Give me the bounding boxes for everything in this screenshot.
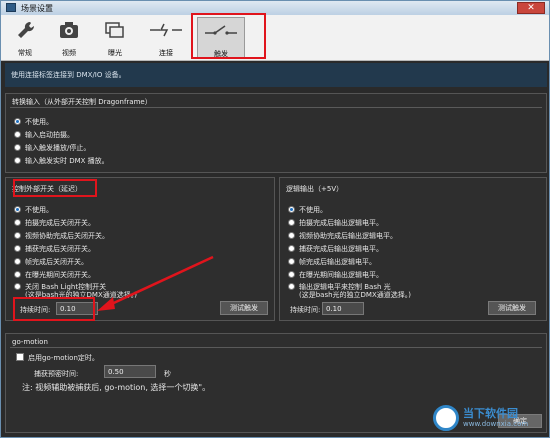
radio-label: 输入触发播放/停止。 <box>25 144 91 152</box>
radio-dot <box>288 245 295 252</box>
radio-dot <box>14 219 21 226</box>
tab-video-label: 视频 <box>62 49 76 57</box>
radio-label: 视频协助完成后输出逻辑电平。 <box>299 232 397 240</box>
radio-label: 不使用。 <box>25 118 53 126</box>
radio-dot <box>14 118 21 125</box>
radio-dot <box>14 271 21 278</box>
radio-dot <box>288 271 295 278</box>
tab-connection-label: 连接 <box>159 49 173 57</box>
watermark-title: 当下软件园 <box>463 407 518 420</box>
radio-label: 在曝光期间输出逻辑电平。 <box>299 271 383 279</box>
highlight-box-trigger <box>191 13 266 59</box>
logic-output-section: 逻辑输出（+5V） 不使用。 拍摄完成后输出逻辑电平。 视频协助完成后输出逻辑电… <box>279 177 547 321</box>
capture-time-unit: 秒 <box>164 370 171 378</box>
go-motion-heading: go-motion <box>12 338 48 346</box>
tab-connection[interactable]: 连接 <box>141 17 191 59</box>
radio-dot <box>14 232 21 239</box>
duration-label: 持续时间: <box>290 306 321 314</box>
test-trigger-button[interactable]: 测试触发 <box>488 301 536 315</box>
duration-field[interactable]: 0.10 <box>322 302 364 315</box>
radio-dot <box>288 258 295 265</box>
radio-label: 帧完成后输出逻辑电平。 <box>299 258 376 266</box>
tab-exposure-label: 曝光 <box>108 49 122 57</box>
divider <box>10 107 542 108</box>
watermark: 当下软件园 www.downxia.com <box>433 403 543 433</box>
go-motion-checkbox[interactable] <box>16 353 24 361</box>
bash-note: (这是bash光的独立DMX通道选择。) <box>299 291 412 299</box>
app-icon <box>6 3 16 12</box>
connection-icon <box>150 23 182 37</box>
radio-label: 输入触发实时 DMX 播放。 <box>25 157 109 165</box>
radio-dot <box>288 232 295 239</box>
radio-dot <box>14 206 21 213</box>
tab-general-label: 常规 <box>18 49 32 57</box>
radio-label: 不使用。 <box>25 206 53 214</box>
annotation-arrow <box>97 255 214 311</box>
radio-dot <box>288 283 295 290</box>
watermark-logo <box>433 405 459 431</box>
toolbar: 常规 视频 曝光 连接 触发 <box>1 15 549 61</box>
settings-window: 场景设置 ✕ 常规 视频 曝光 连接 触发 使用连接标签连接到 DMX/IO 设… <box>0 0 550 438</box>
radio-label: 不使用。 <box>299 206 327 214</box>
wrench-icon <box>18 21 35 38</box>
radio-label: 视频协助完成后关闭开关。 <box>25 232 109 240</box>
radio-dot <box>14 258 21 265</box>
radio-label: 帧完成后关闭开关。 <box>25 258 88 266</box>
test-trigger-button[interactable]: 测试触发 <box>220 301 268 315</box>
window-title: 场景设置 <box>21 4 53 13</box>
info-banner: 使用连接标签连接到 DMX/IO 设备。 <box>5 63 547 87</box>
radio-dot <box>14 144 21 151</box>
radio-dot <box>288 206 295 213</box>
tab-general[interactable]: 常规 <box>5 17 45 59</box>
radio-dot <box>14 283 21 290</box>
camera-icon <box>60 22 78 38</box>
go-motion-note: 注: 视频辅助被捕获后, go-motion, 选择一个切换"。 <box>22 383 211 392</box>
radio-dot <box>14 157 21 164</box>
close-button[interactable]: ✕ <box>517 2 545 14</box>
radio-label: 输入启动拍摄。 <box>25 131 74 139</box>
exposure-icon <box>105 22 124 38</box>
divider <box>10 347 542 348</box>
radio-dot <box>288 219 295 226</box>
convert-heading: 转换输入（从外部开关控制 Dragonframe） <box>12 98 152 106</box>
radio-label: 捕获完成后输出逻辑电平。 <box>299 245 383 253</box>
convert-input-section: 转换输入（从外部开关控制 Dragonframe） 不使用。 输入启动拍摄。 输… <box>5 93 547 173</box>
highlight-box-external <box>13 179 97 197</box>
title-bar: 场景设置 ✕ <box>1 1 549 15</box>
radio-label: 在曝光期间关闭开关。 <box>25 271 95 279</box>
tab-exposure[interactable]: 曝光 <box>93 17 137 59</box>
go-motion-enable-label: 启用go-motion定时。 <box>28 354 99 362</box>
logic-heading: 逻辑输出（+5V） <box>286 185 344 193</box>
radio-label: 拍摄完成后输出逻辑电平。 <box>299 219 383 227</box>
radio-dot <box>14 131 21 138</box>
capture-time-label: 捕获预密时间: <box>34 370 79 378</box>
radio-label: 拍摄完成后关闭开关。 <box>25 219 95 227</box>
highlight-box-duration <box>13 297 95 321</box>
radio-label: 捕获完成后关闭开关。 <box>25 245 95 253</box>
tab-video[interactable]: 视频 <box>49 17 89 59</box>
capture-time-field[interactable]: 0.50 <box>104 365 156 378</box>
watermark-subtitle: www.downxia.com <box>463 420 529 428</box>
radio-dot <box>14 245 21 252</box>
